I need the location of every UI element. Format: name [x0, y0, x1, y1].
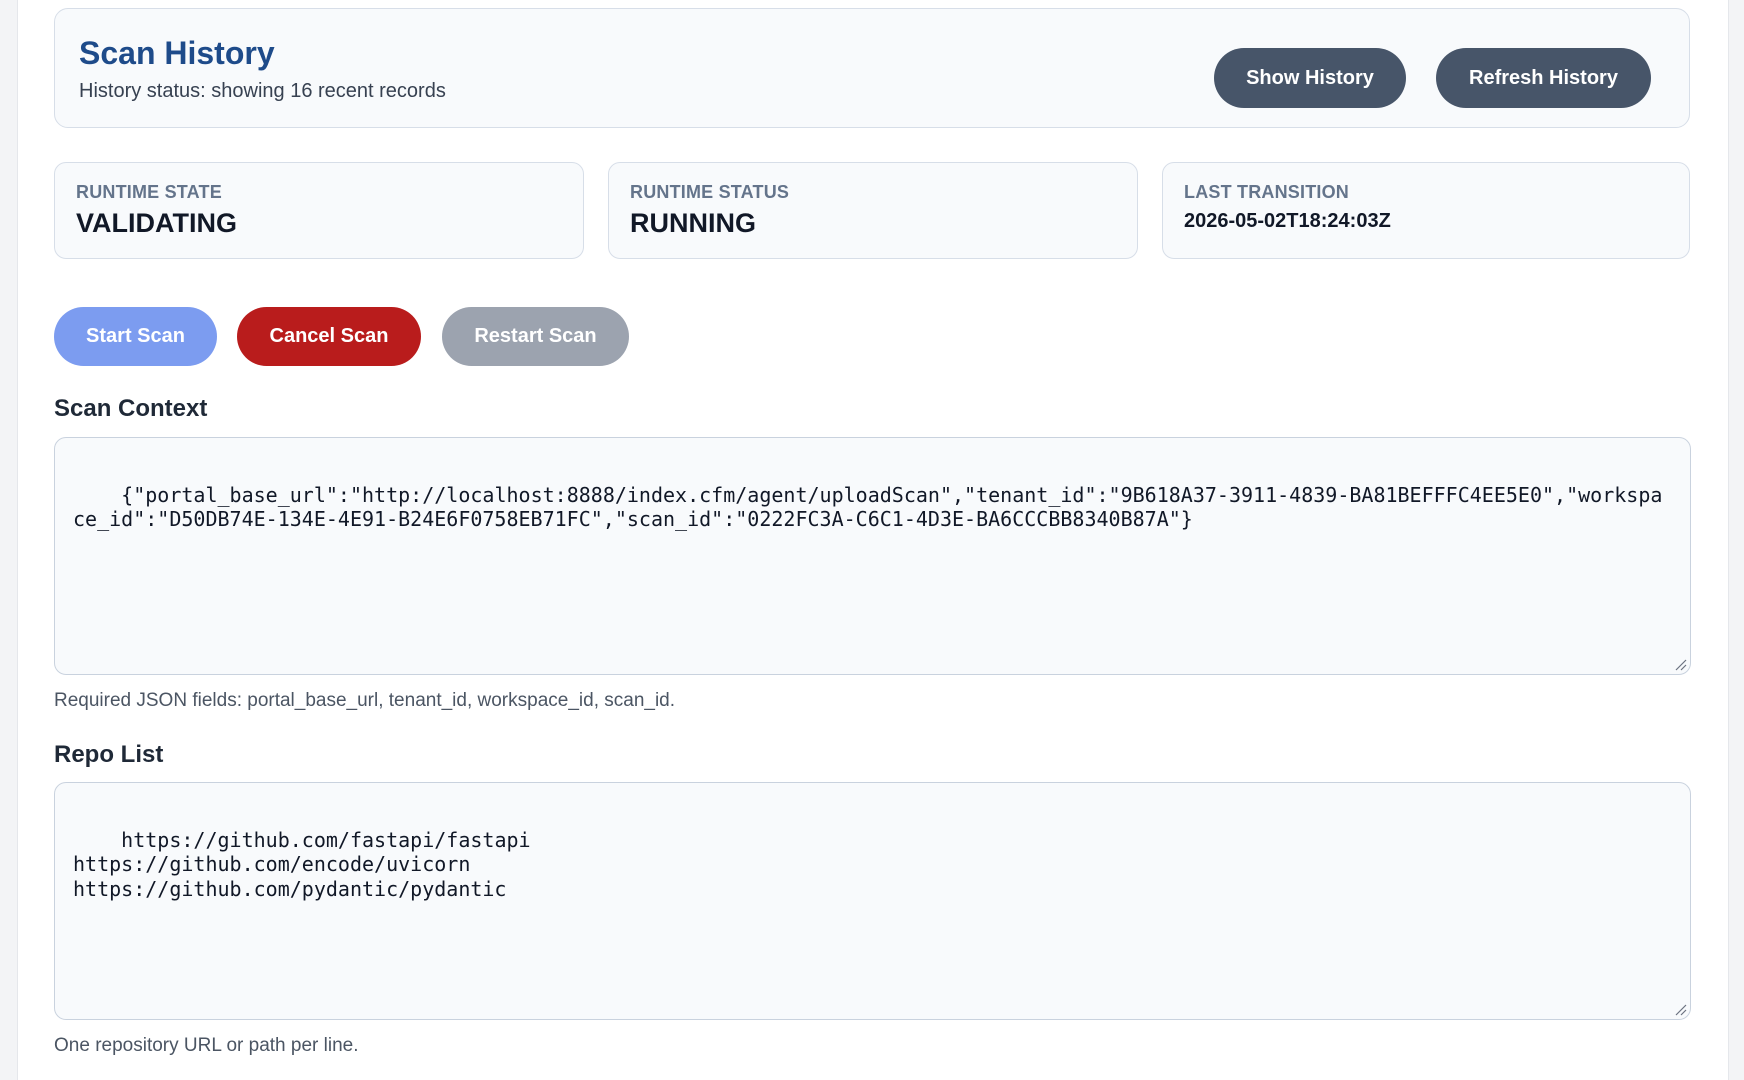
page-title: Scan History: [79, 35, 275, 71]
repo-list-text: https://github.com/fastapi/fastapi https…: [73, 827, 531, 901]
runtime-state-card: RUNTIME STATE VALIDATING: [54, 162, 584, 259]
scan-page: Scan History History status: showing 16 …: [17, 0, 1729, 1080]
restart-scan-button[interactable]: Restart Scan: [442, 307, 629, 366]
scan-history-panel: Scan History History status: showing 16 …: [54, 8, 1690, 128]
refresh-history-button[interactable]: Refresh History: [1436, 48, 1651, 108]
last-transition-card: LAST TRANSITION 2026-05-02T18:24:03Z: [1162, 162, 1690, 259]
runtime-state-label: RUNTIME STATE: [76, 182, 222, 202]
start-scan-button[interactable]: Start Scan: [54, 307, 217, 366]
repo-list-textarea[interactable]: https://github.com/fastapi/fastapi https…: [54, 782, 1691, 1020]
last-transition-value: 2026-05-02T18:24:03Z: [1184, 210, 1391, 232]
repo-list-hint: One repository URL or path per line.: [54, 1035, 359, 1056]
scan-context-hint: Required JSON fields: portal_base_url, t…: [54, 690, 676, 711]
scan-context-label: Scan Context: [54, 395, 208, 422]
history-status-text: History status: showing 16 recent record…: [79, 80, 446, 102]
runtime-status-card: RUNTIME STATUS RUNNING: [608, 162, 1138, 259]
scan-context-text: {"portal_base_url":"http://localhost:888…: [73, 482, 1663, 532]
runtime-status-label: RUNTIME STATUS: [630, 182, 790, 202]
scan-context-textarea[interactable]: {"portal_base_url":"http://localhost:888…: [54, 437, 1691, 675]
show-history-button[interactable]: Show History: [1214, 48, 1406, 108]
runtime-state-value: VALIDATING: [76, 208, 237, 238]
repo-list-label: Repo List: [54, 741, 164, 768]
cancel-scan-button[interactable]: Cancel Scan: [237, 307, 421, 366]
resize-handle-icon[interactable]: [1675, 1004, 1687, 1016]
resize-handle-icon[interactable]: [1675, 659, 1687, 671]
last-transition-label: LAST TRANSITION: [1184, 182, 1349, 202]
runtime-status-value: RUNNING: [630, 208, 756, 238]
